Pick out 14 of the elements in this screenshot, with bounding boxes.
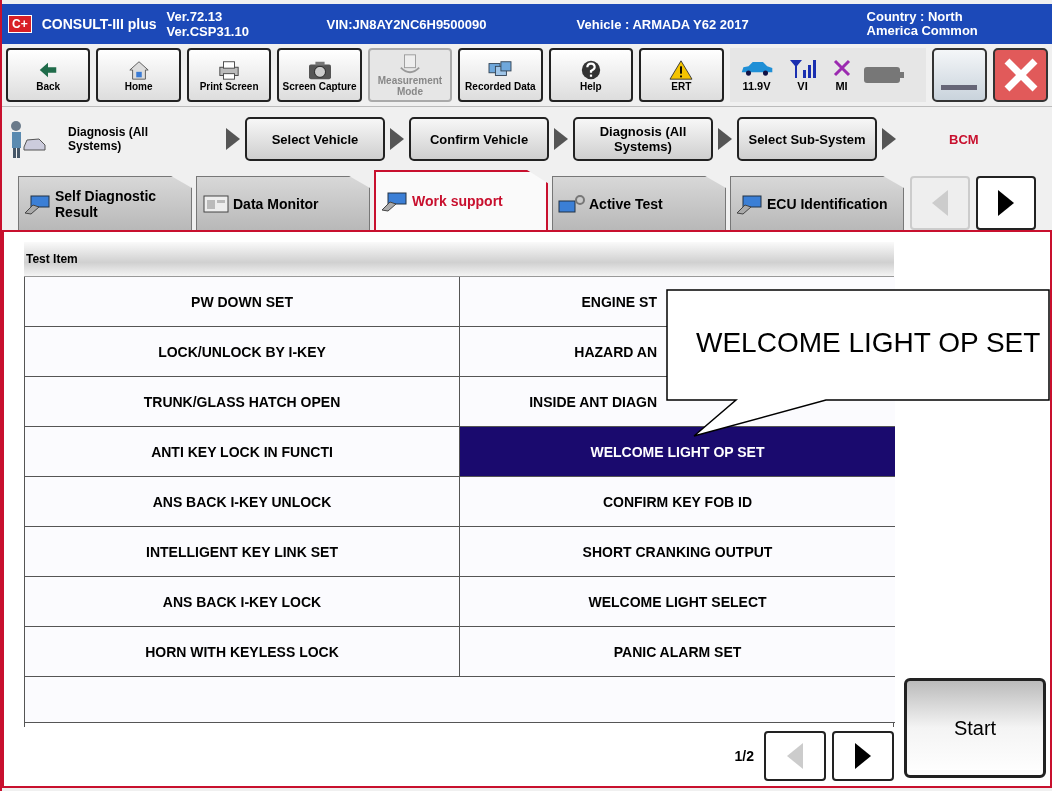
mi-text: MI (835, 80, 848, 92)
table-header: Test Item (24, 242, 894, 277)
vin-text: VIN:JN8AY2NC6H9500090 (326, 16, 488, 32)
version-text: Ver.CSP31.10 (166, 24, 250, 39)
voltage-text: 11.9V (742, 80, 771, 92)
app-name: CONSULT-III plus (41, 16, 157, 32)
page-indicator: 1/2 (734, 748, 754, 764)
version-text: Ver.72.13 (166, 9, 224, 24)
app-logo: C+ (8, 15, 32, 33)
vi-text: VI (797, 80, 808, 92)
country-text: Country : North America Common (866, 10, 979, 38)
system-name: BCM (949, 131, 979, 147)
current-step-text: Diagnosis (All Systems) (68, 125, 149, 153)
vehicle-text: Vehicle : ARMADA Y62 2017 (576, 16, 750, 32)
